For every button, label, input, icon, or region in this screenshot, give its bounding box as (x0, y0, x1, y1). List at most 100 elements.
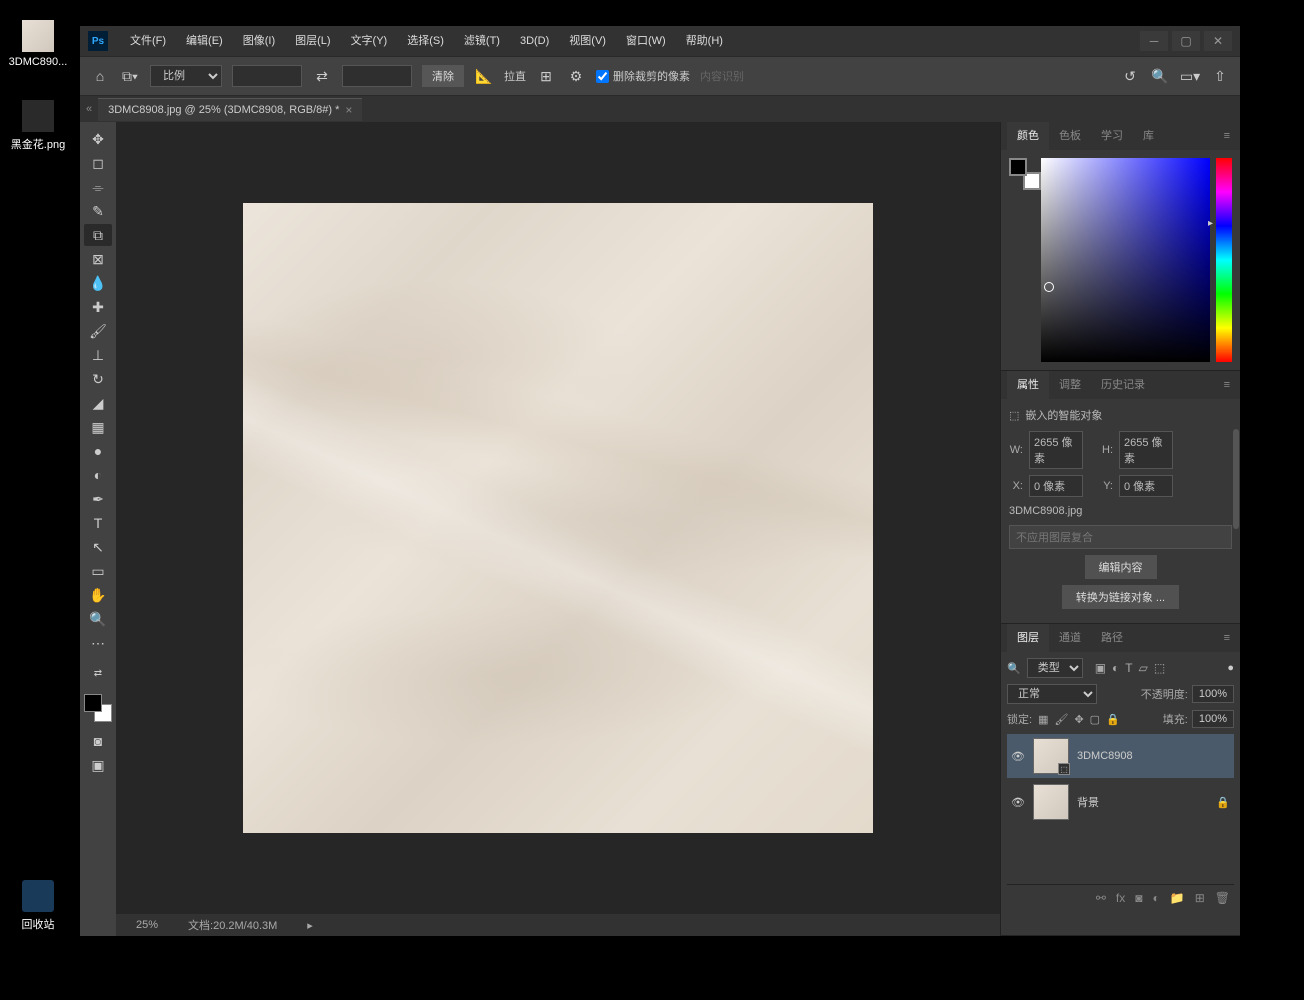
tab-layers[interactable]: 图层 (1007, 624, 1049, 652)
hue-slider[interactable] (1216, 158, 1232, 362)
swap-dimensions-icon[interactable]: ⇄ (312, 66, 332, 86)
lock-pixels-icon[interactable]: 🖌 (1054, 713, 1068, 726)
canvas-viewport[interactable] (116, 122, 1000, 914)
search-icon[interactable]: 🔍 (1150, 66, 1170, 86)
reset-icon[interactable]: ↺ (1120, 66, 1140, 86)
dodge-tool[interactable]: ◐ (84, 464, 112, 486)
visibility-toggle-icon[interactable]: 👁 (1011, 796, 1025, 809)
lasso-tool[interactable]: ⌯ (84, 176, 112, 198)
blur-tool[interactable]: ● (84, 440, 112, 462)
convert-linked-button[interactable]: 转换为链接对象 ... (1062, 585, 1179, 609)
lock-all-icon[interactable]: 🔒 (1106, 713, 1120, 726)
tab-paths[interactable]: 路径 (1091, 624, 1133, 652)
layer-thumbnail[interactable] (1033, 784, 1069, 820)
layer-name[interactable]: 背景 (1077, 794, 1099, 810)
color-swatch[interactable] (84, 694, 112, 722)
document-canvas[interactable] (243, 203, 873, 833)
swap-colors-icon[interactable]: ⇄ (84, 662, 112, 684)
minimize-button[interactable]: ─ (1140, 31, 1168, 51)
straighten-icon[interactable]: 📐 (474, 66, 494, 86)
layer-row[interactable]: 👁 ⬚ 3DMC8908 (1007, 734, 1234, 778)
crop-tool[interactable]: ⧉ (84, 224, 112, 246)
pen-tool[interactable]: ✒ (84, 488, 112, 510)
layer-row[interactable]: 👁 背景 🔒 (1007, 780, 1234, 824)
layer-comp-select[interactable]: 不应用图层复合 (1009, 525, 1232, 549)
menu-help[interactable]: 帮助(H) (676, 26, 733, 56)
delete-layer-icon[interactable]: 🗑 (1215, 891, 1230, 905)
home-icon[interactable]: ⌂ (90, 66, 110, 86)
menu-layer[interactable]: 图层(L) (285, 26, 340, 56)
screenmode-tool[interactable]: ▣ (84, 754, 112, 776)
tab-adjustments[interactable]: 调整 (1049, 371, 1091, 399)
layer-thumbnail[interactable]: ⬚ (1033, 738, 1069, 774)
desktop-file-2[interactable]: 黑金花.png (8, 100, 68, 152)
group-icon[interactable]: 📁 (1170, 891, 1185, 905)
delete-cropped-checkbox[interactable]: 删除裁剪的像素 (596, 68, 690, 84)
panel-menu-icon[interactable]: ≡ (1220, 379, 1234, 391)
frame-tool[interactable]: ⊠ (84, 248, 112, 270)
tab-color[interactable]: 颜色 (1007, 122, 1049, 150)
blend-mode-select[interactable]: 正常 (1007, 684, 1097, 704)
new-layer-icon[interactable]: ⊞ (1195, 891, 1205, 905)
menu-type[interactable]: 文字(Y) (341, 26, 398, 56)
doc-size[interactable]: 文档:20.2M/40.3M (188, 917, 277, 933)
crop-height-input[interactable] (342, 65, 412, 87)
menu-3d[interactable]: 3D(D) (510, 26, 559, 56)
marquee-tool[interactable]: ◻ (84, 152, 112, 174)
stamp-tool[interactable]: ⊥ (84, 344, 112, 366)
menu-window[interactable]: 窗口(W) (616, 26, 676, 56)
filter-kind-select[interactable]: 类型 (1027, 658, 1083, 678)
lock-position-icon[interactable]: ✥ (1074, 713, 1083, 726)
visibility-toggle-icon[interactable]: 👁 (1011, 750, 1025, 763)
lock-artboard-icon[interactable]: ▢ (1090, 713, 1100, 726)
filter-toggle-icon[interactable]: ● (1227, 662, 1234, 674)
menu-filter[interactable]: 滤镜(T) (454, 26, 510, 56)
tab-properties[interactable]: 属性 (1007, 371, 1049, 399)
menu-file[interactable]: 文件(F) (120, 26, 176, 56)
close-button[interactable]: ✕ (1204, 31, 1232, 51)
tab-channels[interactable]: 通道 (1049, 624, 1091, 652)
crop-width-input[interactable] (232, 65, 302, 87)
y-value[interactable]: 0 像素 (1119, 475, 1173, 497)
ratio-select[interactable]: 比例 (150, 65, 222, 87)
panel-menu-icon[interactable]: ≡ (1220, 130, 1234, 142)
document-tab[interactable]: 3DMC8908.jpg @ 25% (3DMC8908, RGB/8#) * … (98, 98, 362, 121)
filter-pixel-icon[interactable]: ▣ (1095, 661, 1106, 675)
desktop-file-1[interactable]: 3DMC890... (8, 20, 68, 68)
quickmask-tool[interactable]: ◙ (84, 730, 112, 752)
grid-overlay-icon[interactable]: ⊞ (536, 66, 556, 86)
zoom-tool[interactable]: 🔍 (84, 608, 112, 630)
maximize-button[interactable]: ▢ (1172, 31, 1200, 51)
share-icon[interactable]: ⇧ (1210, 66, 1230, 86)
shape-tool[interactable]: ▭ (84, 560, 112, 582)
tab-close-icon[interactable]: × (345, 103, 352, 117)
scrollbar[interactable] (1232, 429, 1240, 623)
width-value[interactable]: 2655 像素 (1029, 431, 1083, 469)
eraser-tool[interactable]: ◢ (84, 392, 112, 414)
menu-edit[interactable]: 编辑(E) (176, 26, 233, 56)
gradient-tool[interactable]: ▦ (84, 416, 112, 438)
filter-smart-icon[interactable]: ⬚ (1154, 661, 1165, 675)
eyedropper-tool[interactable]: 💧 (84, 272, 112, 294)
hand-tool[interactable]: ✋ (84, 584, 112, 606)
path-select-tool[interactable]: ↖ (84, 536, 112, 558)
filter-type-icon[interactable]: T (1125, 661, 1132, 675)
link-layers-icon[interactable]: ⚯ (1096, 891, 1106, 905)
lock-transparent-icon[interactable]: ▦ (1038, 713, 1048, 726)
lock-icon[interactable]: 🔒 (1216, 796, 1230, 809)
type-tool[interactable]: T (84, 512, 112, 534)
filter-shape-icon[interactable]: ▱ (1139, 661, 1148, 675)
edit-toolbar[interactable]: ⋯ (84, 632, 112, 654)
quick-select-tool[interactable]: ✎ (84, 200, 112, 222)
color-field[interactable] (1041, 158, 1210, 362)
collapse-arrow-icon[interactable]: « (86, 103, 92, 115)
menu-view[interactable]: 视图(V) (559, 26, 616, 56)
opacity-input[interactable]: 100% (1192, 685, 1234, 703)
tab-swatches[interactable]: 色板 (1049, 122, 1091, 150)
color-fgbg-swatch[interactable] (1009, 158, 1035, 184)
height-value[interactable]: 2655 像素 (1119, 431, 1173, 469)
filter-adjust-icon[interactable]: ◐ (1112, 661, 1119, 675)
tab-learn[interactable]: 学习 (1091, 122, 1133, 150)
brush-tool[interactable]: 🖌 (84, 320, 112, 342)
recycle-bin[interactable]: 回收站 (8, 880, 68, 932)
